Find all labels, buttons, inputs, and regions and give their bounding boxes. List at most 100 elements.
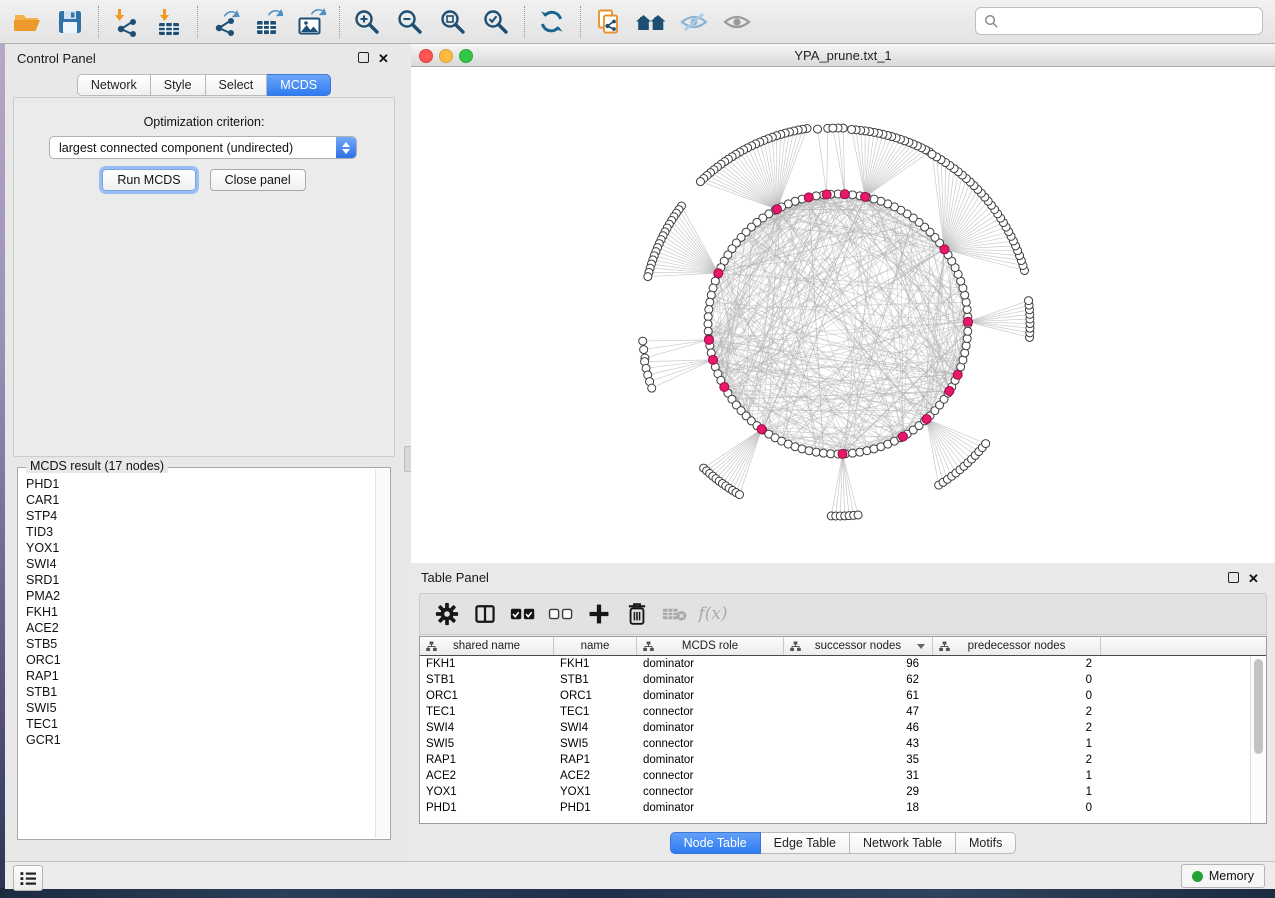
mcds-result-item[interactable]: STB1: [26, 684, 375, 700]
float-panel-icon[interactable]: [358, 52, 371, 65]
table-row[interactable]: STB1STB1dominator620: [420, 672, 1266, 688]
zoom-in-icon: [352, 7, 382, 37]
table-header-cell[interactable]: name: [554, 637, 637, 655]
first-neighbors-button[interactable]: [634, 5, 668, 39]
tab-node-table[interactable]: Node Table: [670, 832, 761, 854]
column-layout-button[interactable]: [472, 601, 498, 627]
mcds-list-scrollbar[interactable]: [375, 469, 389, 838]
close-table-panel-icon[interactable]: ✕: [1248, 572, 1261, 585]
table-row[interactable]: SWI5SWI5connector431: [420, 736, 1266, 752]
zoom-selected-button[interactable]: [479, 5, 513, 39]
mcds-result-item[interactable]: PHD1: [26, 476, 375, 492]
mcds-result-item[interactable]: SWI4: [26, 556, 375, 572]
mcds-result-item[interactable]: PMA2: [26, 588, 375, 604]
hide-selected-button[interactable]: [677, 5, 711, 39]
table-header-cell[interactable]: predecessor nodes: [933, 637, 1101, 655]
table-row[interactable]: RAP1RAP1dominator352: [420, 752, 1266, 768]
mcds-result-item[interactable]: CAR1: [26, 492, 375, 508]
desktop-edge-bottom: [0, 888, 1275, 898]
table-cell: 62: [784, 672, 933, 688]
table-cell: 0: [933, 672, 1101, 688]
table-row[interactable]: ORC1ORC1dominator610: [420, 688, 1266, 704]
table-cell: 29: [784, 784, 933, 800]
delete-column-button[interactable]: [624, 601, 650, 627]
tab-motifs[interactable]: Motifs: [956, 832, 1016, 854]
import-network-button[interactable]: [109, 5, 143, 39]
table-scrollbar[interactable]: [1250, 656, 1266, 823]
deselect-all-button[interactable]: [548, 601, 574, 627]
table-cell: connector: [637, 736, 784, 752]
mcds-result-item[interactable]: RAP1: [26, 668, 375, 684]
network-list-button[interactable]: [13, 865, 43, 891]
tab-edge-table[interactable]: Edge Table: [761, 832, 850, 854]
table-cell: 2: [933, 704, 1101, 720]
mcds-result-item[interactable]: YOX1: [26, 540, 375, 556]
table-row[interactable]: FKH1FKH1dominator962: [420, 656, 1266, 672]
float-table-panel-icon[interactable]: [1228, 572, 1241, 585]
apply-function-button[interactable]: f(x): [700, 601, 726, 627]
mcds-result-item[interactable]: SRD1: [26, 572, 375, 588]
open-file-button[interactable]: [10, 5, 44, 39]
close-panel-icon[interactable]: ✕: [378, 52, 391, 65]
tab-network[interactable]: Network: [77, 74, 151, 96]
table-cell: dominator: [637, 720, 784, 736]
mcds-result-item[interactable]: ACE2: [26, 620, 375, 636]
table-row[interactable]: YOX1YOX1connector291: [420, 784, 1266, 800]
add-column-button[interactable]: [586, 601, 612, 627]
table-panel-title: Table Panel: [421, 570, 489, 585]
table-settings-button[interactable]: [434, 601, 460, 627]
mcds-result-item[interactable]: FKH1: [26, 604, 375, 620]
table-cell: connector: [637, 784, 784, 800]
table-scrollbar-thumb[interactable]: [1254, 659, 1263, 754]
search-field[interactable]: [975, 7, 1263, 35]
save-session-button[interactable]: [53, 5, 87, 39]
search-input[interactable]: [1005, 13, 1262, 30]
mcds-result-item[interactable]: SWI5: [26, 700, 375, 716]
table-header-cell[interactable]: shared name: [420, 637, 554, 655]
export-table-button[interactable]: [251, 5, 285, 39]
table-cell: 96: [784, 656, 933, 672]
mcds-result-item[interactable]: GCR1: [26, 732, 375, 748]
tab-mcds[interactable]: MCDS: [267, 74, 331, 96]
export-network-button[interactable]: [208, 5, 242, 39]
eye-icon: [722, 7, 752, 37]
show-all-button[interactable]: [720, 5, 754, 39]
duplicate-network-button[interactable]: [591, 5, 625, 39]
tab-network-table[interactable]: Network Table: [850, 832, 956, 854]
select-all-button[interactable]: [510, 601, 536, 627]
import-table-button[interactable]: [152, 5, 186, 39]
zoom-fit-button[interactable]: [436, 5, 470, 39]
table-cell: YOX1: [554, 784, 637, 800]
table-header-filler: [1101, 637, 1266, 655]
column-namespace-icon: [643, 641, 654, 652]
mcds-result-item[interactable]: TEC1: [26, 716, 375, 732]
table-cell: 2: [933, 752, 1101, 768]
network-canvas[interactable]: [411, 67, 1275, 563]
table-row[interactable]: PHD1PHD1dominator180: [420, 800, 1266, 816]
tab-select[interactable]: Select: [206, 74, 268, 96]
mcds-result-item[interactable]: ORC1: [26, 652, 375, 668]
vertical-splitter[interactable]: [403, 44, 411, 861]
table-header-cell[interactable]: MCDS role: [637, 637, 784, 655]
zoom-out-button[interactable]: [393, 5, 427, 39]
network-titlebar[interactable]: YPA_prune.txt_1: [411, 44, 1275, 67]
table-cell: dominator: [637, 688, 784, 704]
tab-style[interactable]: Style: [151, 74, 206, 96]
mcds-result-group: MCDS result (17 nodes) PHD1CAR1STP4TID3Y…: [17, 467, 391, 840]
table-row[interactable]: SWI4SWI4dominator462: [420, 720, 1266, 736]
zoom-in-button[interactable]: [350, 5, 384, 39]
memory-button[interactable]: Memory: [1181, 864, 1265, 888]
table-cell: RAP1: [554, 752, 637, 768]
mcds-result-item[interactable]: STP4: [26, 508, 375, 524]
table-header-cell[interactable]: successor nodes: [784, 637, 933, 655]
table-row[interactable]: ACE2ACE2connector311: [420, 768, 1266, 784]
delete-table-button[interactable]: [662, 601, 688, 627]
table-row[interactable]: TEC1TEC1connector472: [420, 704, 1266, 720]
mcds-result-item[interactable]: STB5: [26, 636, 375, 652]
export-image-button[interactable]: [294, 5, 328, 39]
run-mcds-button[interactable]: Run MCDS: [102, 169, 195, 191]
optimization-criterion-select[interactable]: largest connected component (undirected): [49, 136, 357, 159]
close-panel-button[interactable]: Close panel: [210, 169, 306, 191]
mcds-result-item[interactable]: TID3: [26, 524, 375, 540]
refresh-button[interactable]: [535, 5, 569, 39]
